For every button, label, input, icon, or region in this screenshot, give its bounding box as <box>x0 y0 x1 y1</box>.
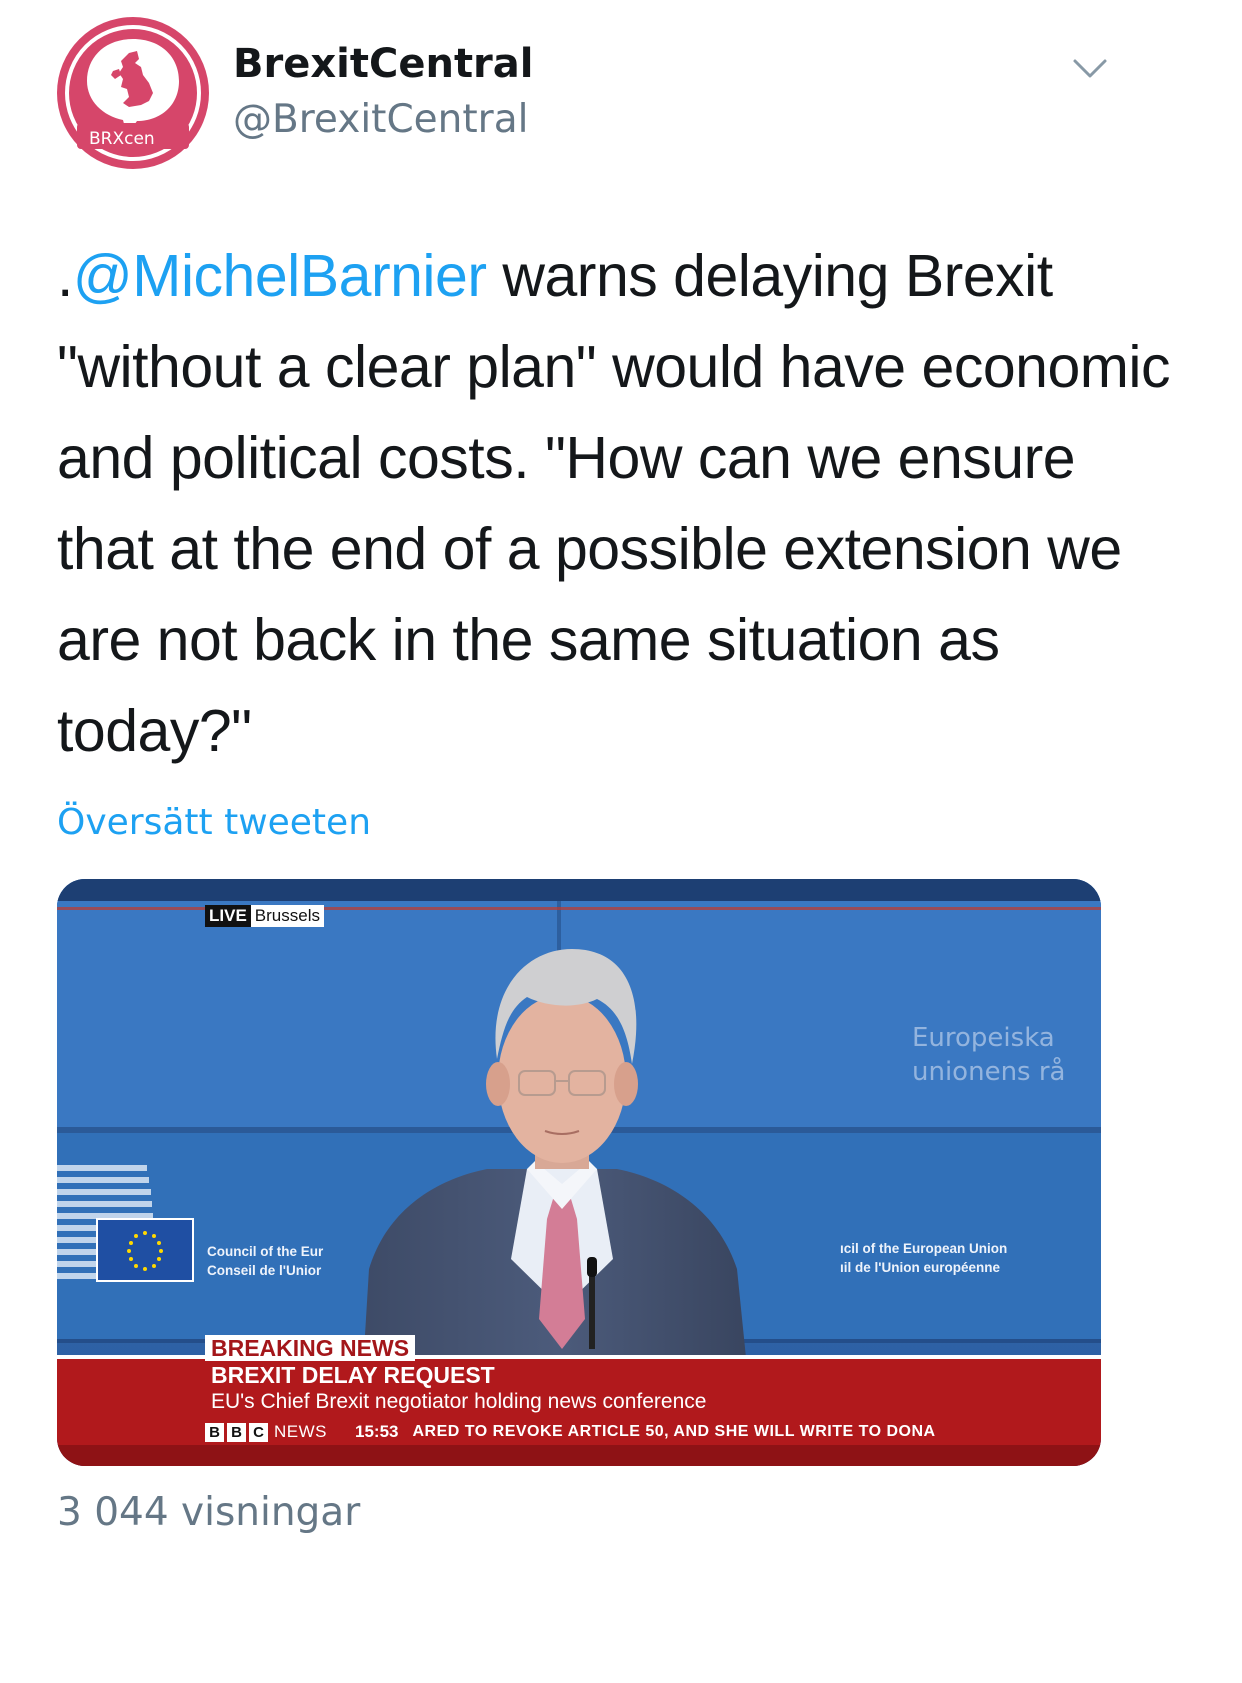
council-right-line2: ıil de l'Union européenne <box>840 1260 1000 1275</box>
bbc-logo-letter: B <box>227 1422 246 1442</box>
news-headline: BREXIT DELAY REQUEST <box>211 1362 495 1388</box>
live-label: LIVE <box>205 905 251 927</box>
video-media[interactable]: LIVE Brussels Europeiska unionens rå Cou… <box>57 879 1101 1466</box>
broadcast-time: 15:53 <box>355 1422 399 1441</box>
avatar-label: BRXcen <box>89 129 155 149</box>
breaking-news-label: BREAKING NEWS <box>205 1335 416 1361</box>
bbc-news-word: NEWS <box>274 1422 327 1441</box>
tweet-body: warns delaying Brexit "without a clear p… <box>57 243 1171 764</box>
council-left-line1: Council of the Eur <box>207 1244 324 1259</box>
display-name[interactable]: BrexitCentral <box>233 36 534 92</box>
council-sign-right: ıcil of the European Union ıil de l'Unio… <box>840 1239 1070 1277</box>
backdrop-text: Europeiska unionens rå <box>912 1021 1101 1089</box>
location-label: Brussels <box>250 905 324 927</box>
view-count: 3 044 visningar <box>57 1490 361 1535</box>
council-right-line1: ıcil of the European Union <box>840 1241 1008 1256</box>
avatar[interactable]: BRXcen <box>57 17 209 169</box>
backdrop-text-line1: Europeiska <box>912 1023 1055 1053</box>
bbc-logo-letter: B <box>205 1422 224 1442</box>
backdrop-text-line2: unionens rå <box>912 1057 1066 1087</box>
user-handle[interactable]: @BrexitCentral <box>233 92 534 148</box>
tweet-text: .@MichelBarnier warns delaying Brexit "w… <box>57 231 1187 777</box>
council-left-line2: Conseil de l'Unior <box>207 1263 322 1278</box>
ticker-text: ARED TO REVOKE ARTICLE 50, AND SHE WILL … <box>412 1423 936 1440</box>
translate-tweet-link[interactable]: Översätt tweeten <box>57 795 371 851</box>
more-options-button[interactable] <box>1072 55 1108 83</box>
tweet-author[interactable]: BrexitCentral @BrexitCentral <box>233 36 534 148</box>
news-subline: EU's Chief Brexit negotiator holding new… <box>211 1390 707 1413</box>
news-ticker: B B C NEWS 15:53 ARED TO REVOKE ARTICLE … <box>205 1419 936 1445</box>
tweet-prefix: . <box>57 243 73 309</box>
council-sign-left: Council of the Eur Conseil de l'Unior <box>207 1242 362 1280</box>
mention-link[interactable]: @MichelBarnier <box>73 243 487 309</box>
chevron-down-icon <box>1073 59 1107 78</box>
live-badge: LIVE Brussels <box>205 905 324 927</box>
bbc-logo-letter: C <box>249 1422 268 1442</box>
eu-flag-icon <box>96 1218 194 1282</box>
